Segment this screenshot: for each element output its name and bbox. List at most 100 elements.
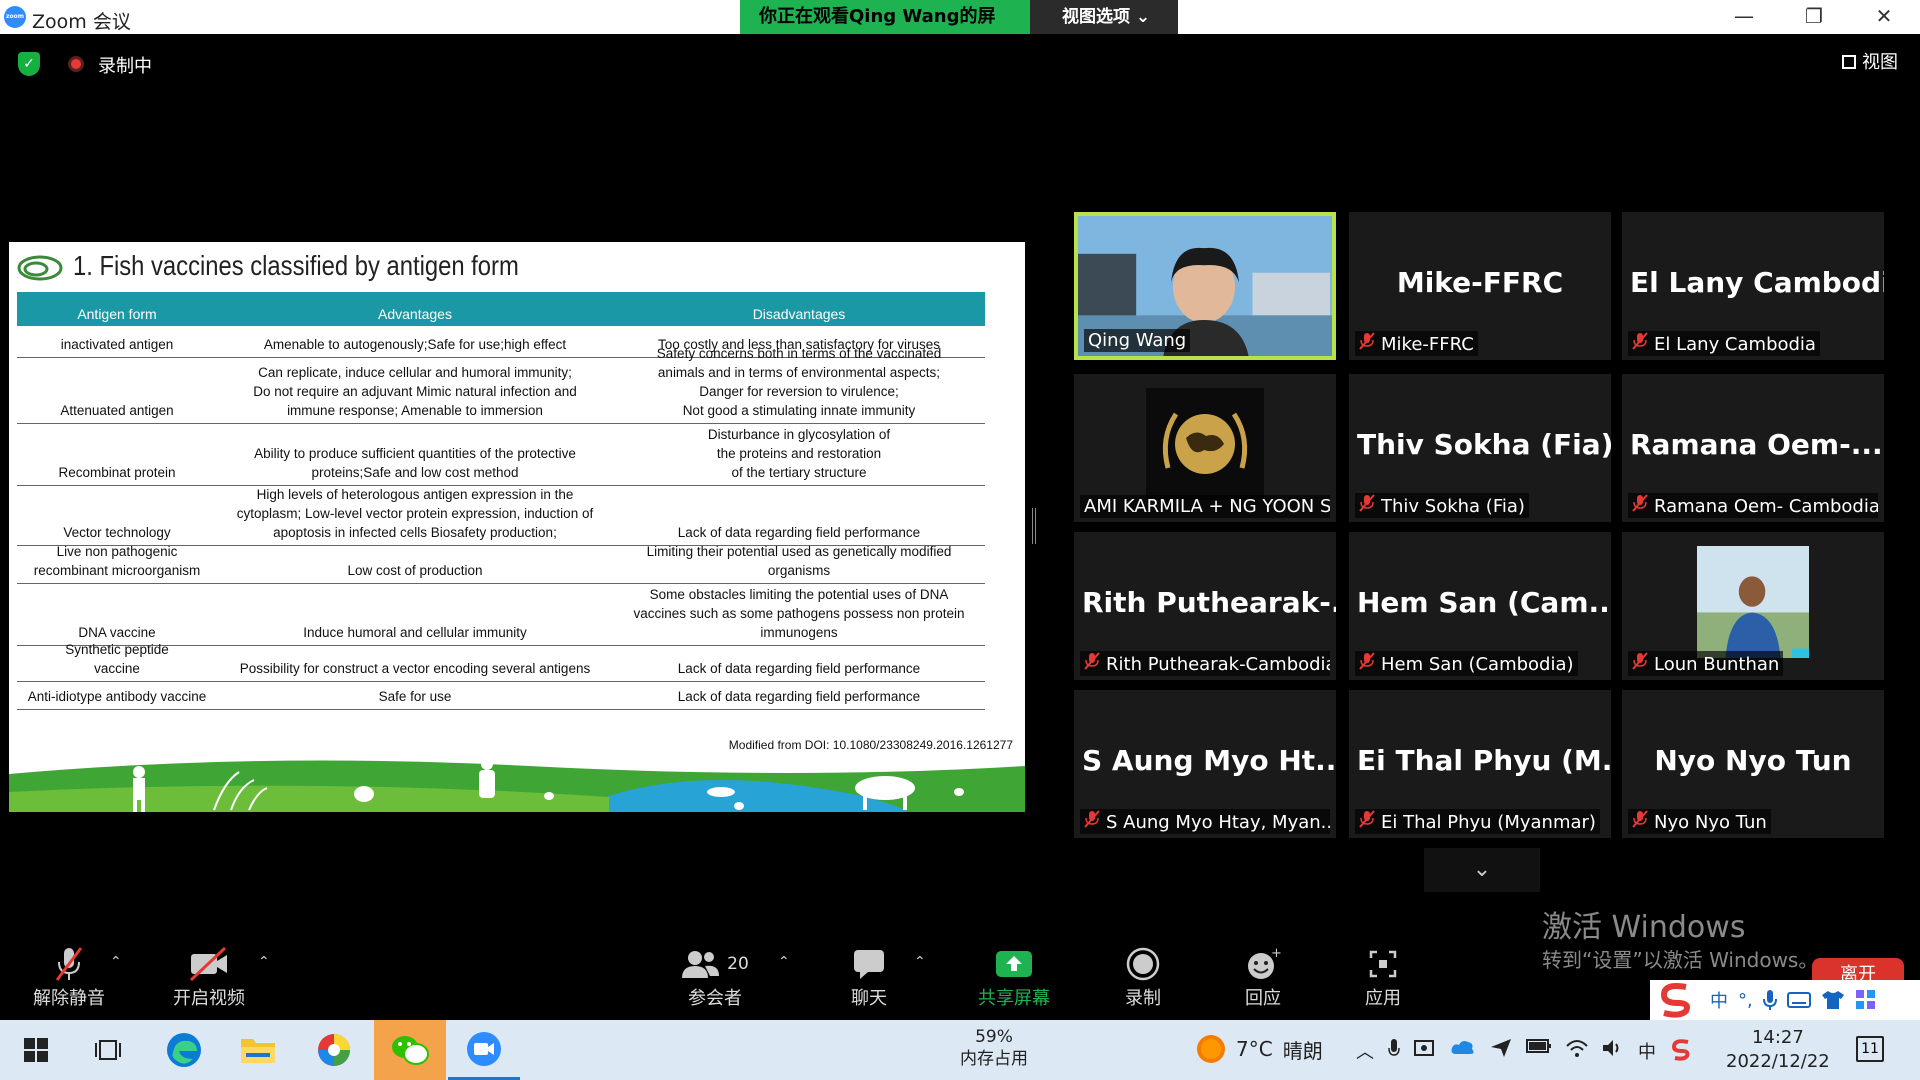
window-title: Zoom 会议	[32, 11, 131, 33]
input-language-indicator[interactable]: 中	[1638, 1038, 1656, 1064]
volume-icon[interactable]	[1602, 1038, 1624, 1058]
video-tile[interactable]: Ramana Oem-... Ramana Oem- Cambodia	[1622, 374, 1884, 522]
toolbox-grid-icon[interactable]	[1855, 989, 1877, 1011]
video-tile[interactable]: Qing Wang	[1074, 212, 1336, 360]
view-layout-label: 视图	[1862, 52, 1898, 73]
memory-usage[interactable]: 59% 内存占用	[960, 1026, 1028, 1070]
mic-muted-icon	[1359, 332, 1375, 354]
edge-app[interactable]	[148, 1020, 220, 1080]
unmute-button[interactable]: 解除静音	[26, 944, 112, 1010]
participant-photo-avatar	[1697, 546, 1809, 658]
memory-percent: 59%	[975, 1027, 1013, 1047]
apps-button[interactable]: 应用	[1340, 944, 1426, 1010]
participant-display-name: S Aung Myo Ht...	[1082, 744, 1336, 777]
participants-button[interactable]: 20 参会者	[672, 944, 758, 1010]
video-tile[interactable]: Mike-FFRC Mike-FFRC	[1349, 212, 1611, 360]
participant-display-name: Ei Thal Phyu (M...	[1357, 744, 1611, 777]
window-titlebar: zoom Zoom 会议 你正在观看Qing Wang的屏幕 视图选项 ⌄ — …	[0, 0, 1920, 61]
cloud-icon[interactable]	[1450, 1038, 1476, 1056]
video-tile[interactable]: Ei Thal Phyu (M... Ei Thal Phyu (Myanmar)	[1349, 690, 1611, 838]
wifi-icon[interactable]	[1566, 1038, 1588, 1058]
video-tile[interactable]: AMI KARMILA + NG YOON S...	[1074, 374, 1336, 522]
slide-footer-landscape	[9, 758, 1025, 812]
mic-muted-icon	[26, 944, 112, 984]
view-options-dropdown[interactable]: 视图选项 ⌄	[1030, 0, 1178, 34]
screen-capture-icon[interactable]	[1414, 1038, 1436, 1060]
share-screen-button[interactable]: 共享屏幕	[966, 944, 1062, 1010]
mic-muted-icon	[1084, 810, 1100, 832]
participant-display-name: El Lany Cambodia	[1630, 266, 1884, 299]
weather-widget[interactable]: 7°C 晴朗	[1196, 1034, 1323, 1064]
microphone-icon[interactable]	[1388, 1038, 1400, 1060]
keyboard-icon[interactable]	[1786, 991, 1811, 1009]
minimize-button[interactable]: —	[1710, 0, 1778, 34]
battery-icon[interactable]	[1526, 1038, 1552, 1054]
sogou-tray-icon[interactable]	[1670, 1038, 1694, 1062]
cell-advantages: Safe for use	[378, 689, 452, 704]
temperature: 7°C	[1236, 1037, 1273, 1061]
participant-display-name: Mike-FFRC	[1396, 266, 1564, 299]
chat-options-caret[interactable]: ⌃	[914, 954, 926, 970]
participant-logo-avatar	[1146, 388, 1264, 500]
mic-muted-icon	[1084, 652, 1100, 674]
zoom-app[interactable]	[448, 1020, 520, 1080]
share-screen-label: 共享屏幕	[978, 988, 1050, 1009]
reactions-button[interactable]: + 回应	[1220, 944, 1306, 1010]
panel-resize-handle[interactable]	[1032, 508, 1036, 544]
participants-icon	[682, 951, 720, 978]
start-button[interactable]	[0, 1020, 72, 1080]
activate-windows-hint: 转到“设置”以激活 Windows。	[1542, 948, 1819, 972]
ime-toolbar: 中 °,	[1650, 980, 1920, 1020]
participant-display-name: Nyo Nyo Tun	[1654, 744, 1852, 777]
zoom-logo-icon: zoom	[4, 6, 26, 28]
restore-button[interactable]: ❐	[1780, 0, 1848, 34]
video-tile[interactable]: El Lany Cambodia El Lany Cambodia	[1622, 212, 1884, 360]
apps-label: 应用	[1365, 988, 1401, 1009]
skin-shirt-icon[interactable]	[1821, 990, 1845, 1010]
more-participants-arrow[interactable]: ⌄	[1424, 848, 1540, 892]
chat-bubble-icon	[826, 944, 912, 984]
participants-options-caret[interactable]: ⌃	[778, 954, 790, 970]
record-icon	[1100, 944, 1186, 984]
video-tile[interactable]: S Aung Myo Ht... S Aung Myo Htay, Myan...	[1074, 690, 1336, 838]
close-button[interactable]: ✕	[1850, 0, 1918, 34]
video-options-caret[interactable]: ⌃	[258, 954, 270, 970]
slide-title: 1. Fish vaccines classified by antigen f…	[73, 250, 519, 281]
participants-label: 参会者	[688, 988, 742, 1009]
participant-name-label: S Aung Myo Htay, Myan...	[1080, 809, 1330, 834]
ime-language-toggle[interactable]: 中	[1710, 987, 1728, 1013]
participant-display-name: Ramana Oem-...	[1630, 428, 1883, 461]
memory-label: 内存占用	[960, 1049, 1028, 1069]
mic-muted-icon	[1632, 652, 1648, 674]
chevron-up-icon[interactable]: ︿	[1356, 1038, 1374, 1064]
task-view-button[interactable]	[72, 1020, 144, 1080]
view-layout-button[interactable]: 视图	[1842, 48, 1898, 74]
wechat-app[interactable]	[374, 1020, 446, 1080]
video-tile[interactable]: Hem San (Cam... Hem San (Cambodia)	[1349, 532, 1611, 680]
start-video-button[interactable]: 开启视频	[166, 944, 252, 1010]
encryption-shield-icon[interactable]: ✓	[18, 52, 40, 76]
recording-status[interactable]: 录制中	[98, 52, 152, 78]
sogou-logo-icon[interactable]	[1656, 981, 1700, 1019]
chat-button[interactable]: 聊天	[826, 944, 912, 1010]
participant-name-label: Nyo Nyo Tun	[1628, 809, 1771, 834]
video-tile[interactable]: Loun Bunthan	[1622, 532, 1884, 680]
file-explorer-app[interactable]	[222, 1020, 294, 1080]
apps-icon	[1340, 944, 1426, 984]
ime-punctuation-toggle[interactable]: °,	[1738, 990, 1753, 1011]
send-icon[interactable]	[1490, 1038, 1512, 1058]
cell-antigen-form: Anti-idiotype antibody vaccine	[27, 689, 207, 704]
participant-name-label: Ramana Oem- Cambodia	[1628, 493, 1878, 518]
participant-name-label: Mike-FFRC	[1355, 331, 1478, 356]
record-button[interactable]: 录制	[1100, 944, 1186, 1010]
video-tile[interactable]: Thiv Sokha (Fia) Thiv Sokha (Fia)	[1349, 374, 1611, 522]
video-tile[interactable]: Nyo Nyo Tun Nyo Nyo Tun	[1622, 690, 1884, 838]
participant-name-label: Rith Puthearak-Cambodia	[1080, 651, 1330, 676]
color-app[interactable]	[298, 1020, 370, 1080]
voice-input-icon[interactable]	[1762, 989, 1777, 1011]
video-tile[interactable]: Rith Puthearak-... Rith Puthearak-Cambodi…	[1074, 532, 1336, 680]
clock[interactable]: 14:27 2022/12/22	[1726, 1026, 1830, 1074]
grid-icon	[1842, 55, 1856, 69]
audio-options-caret[interactable]: ⌃	[110, 954, 122, 970]
notification-center-button[interactable]: 11	[1856, 1036, 1884, 1062]
